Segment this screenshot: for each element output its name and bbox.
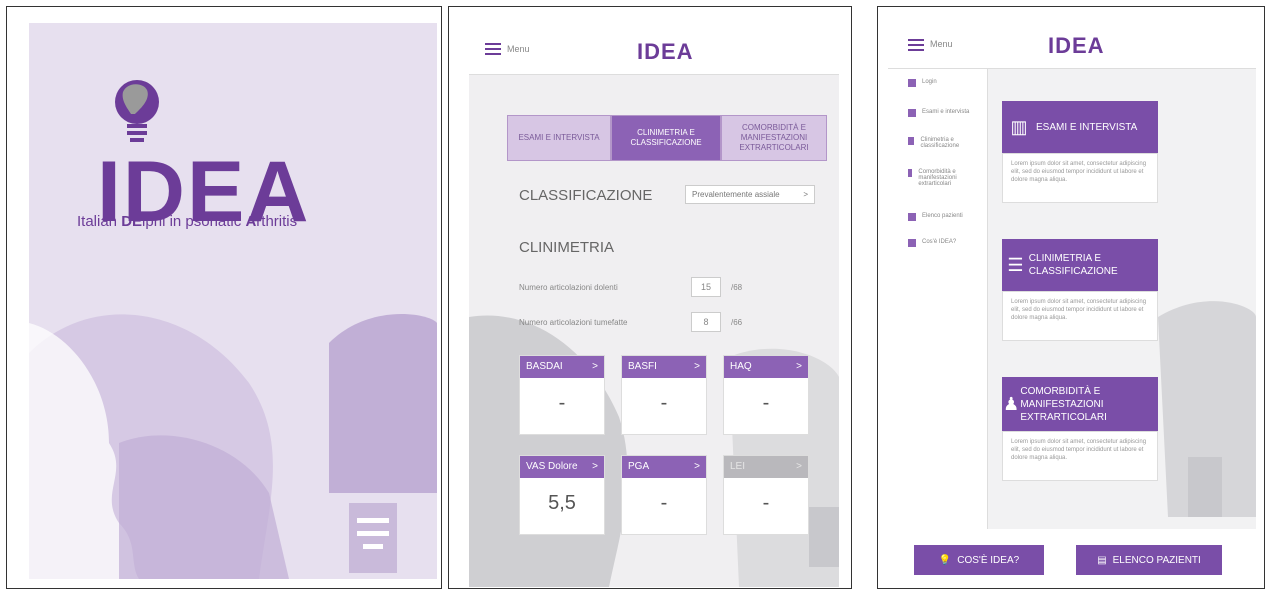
tile-title: CLINIMETRIA E CLASSIFICAZIONE bbox=[1028, 253, 1118, 277]
clinimetria-panel: Menu IDEA ESAMI E INTERVISTA CLINIMETRIA… bbox=[448, 6, 852, 589]
tab-esami[interactable]: ESAMI E INTERVISTA bbox=[507, 115, 611, 161]
button-label: COS'È IDEA? bbox=[957, 554, 1020, 566]
tagline-part: Italian bbox=[77, 213, 122, 230]
tagline: Italian DElphi in psoriatic Arthritis bbox=[77, 213, 407, 230]
chevron-right-icon: > bbox=[796, 361, 802, 372]
chevron-right-icon: > bbox=[694, 361, 700, 372]
card-title: BASFI bbox=[628, 361, 657, 372]
tile-clinimetria[interactable]: ☰ CLINIMETRIA E CLASSIFICAZIONE bbox=[1002, 239, 1158, 291]
list-icon bbox=[908, 137, 915, 145]
bulb-icon bbox=[908, 239, 916, 247]
card-value: - bbox=[762, 492, 770, 514]
menu-label[interactable]: Menu bbox=[507, 44, 530, 54]
header-logo: IDEA bbox=[1048, 33, 1105, 58]
sidebar-item-esami[interactable]: Esami e intervista bbox=[908, 109, 969, 117]
clinimetria-label: CLINIMETRIA bbox=[519, 239, 615, 256]
clinimetria-screen: Menu IDEA ESAMI E INTERVISTA CLINIMETRIA… bbox=[469, 17, 839, 587]
chevron-right-icon: > bbox=[592, 361, 598, 372]
sidebar-item-label: Clinimetria e classificazione bbox=[920, 137, 960, 149]
bulb-icon: 💡 bbox=[938, 554, 952, 566]
card-value: - bbox=[558, 392, 566, 414]
sidebar-item-comorbidita[interactable]: Comorbidità e manifestazioni extrarticol… bbox=[908, 169, 980, 187]
cos-e-idea-button[interactable]: 💡 COS'È IDEA? bbox=[914, 545, 1044, 575]
list-icon: ☰ bbox=[1007, 254, 1024, 275]
sidebar-item-label: Esami e intervista bbox=[922, 109, 970, 115]
card-basfi[interactable]: BASFI > - bbox=[621, 355, 707, 435]
tagline-part: DE bbox=[121, 213, 143, 230]
id-card-icon bbox=[908, 213, 916, 221]
menu-panel: Menu IDEA Login Esami e intervista Clini… bbox=[877, 6, 1265, 589]
chevron-right-icon: > bbox=[592, 461, 598, 472]
chevron-right-icon: > bbox=[796, 461, 802, 472]
button-label: ELENCO PAZIENTI bbox=[1112, 554, 1201, 566]
sidebar-item-label: Comorbidità e manifestazioni extrarticol… bbox=[918, 169, 957, 187]
tagline-part: rthritis bbox=[256, 213, 298, 230]
hamburger-icon[interactable] bbox=[485, 43, 501, 55]
splash-screen: IDEA Italian DElphi in psoriatic Arthrit… bbox=[29, 23, 437, 579]
chevron-right-icon: > bbox=[803, 190, 808, 199]
sidebar-item-label: Cos'è IDEA? bbox=[922, 239, 957, 245]
bulb-logo-icon bbox=[115, 80, 159, 142]
sidebar-item-clinimetria[interactable]: Clinimetria e classificazione bbox=[908, 137, 980, 149]
background-silhouettes bbox=[29, 314, 437, 579]
card-value: 5,5 bbox=[548, 492, 576, 514]
tab-clinimetria[interactable]: CLINIMETRIA E CLASSIFICAZIONE bbox=[611, 115, 721, 161]
tile-title: COMORBIDITÀ E MANIFESTAZIONI EXTRARTICOL… bbox=[1020, 385, 1107, 423]
hamburger-icon[interactable] bbox=[908, 39, 924, 51]
card-value: - bbox=[762, 392, 770, 414]
menu-label[interactable]: Menu bbox=[930, 39, 953, 49]
field-max: /68 bbox=[731, 283, 743, 292]
card-pga[interactable]: PGA > - bbox=[621, 455, 707, 535]
classificazione-value: Prevalentemente assiale bbox=[692, 190, 780, 199]
tagline-part: A bbox=[245, 213, 257, 230]
sidebar-item-idea[interactable]: Cos'è IDEA? bbox=[908, 239, 956, 247]
card-haq[interactable]: HAQ > - bbox=[723, 355, 809, 435]
tile-description: Lorem ipsum dolor sit amet, consectetur … bbox=[1002, 291, 1158, 341]
tile-esami[interactable]: ▥ ESAMI E INTERVISTA bbox=[1002, 101, 1158, 153]
sidebar-item-login[interactable]: Login bbox=[908, 79, 937, 87]
articolazioni-dolenti-input[interactable]: 15 bbox=[691, 277, 721, 297]
tagline-part: lphi in psoriatic bbox=[142, 213, 246, 230]
id-card-icon: ▤ bbox=[1097, 554, 1107, 566]
menu-screen: Menu IDEA Login Esami e intervista Clini… bbox=[888, 17, 1256, 587]
card-title: BASDAI bbox=[526, 361, 563, 372]
field-label: Numero articolazioni tumefatte bbox=[519, 318, 628, 327]
sidebar-item-label: Elenco pazienti bbox=[922, 213, 963, 219]
chevron-right-icon: > bbox=[694, 461, 700, 472]
card-title: PGA bbox=[628, 461, 650, 472]
tile-comorbidita[interactable]: ♟ COMORBIDITÀ E MANIFESTAZIONI EXTRARTICO… bbox=[1002, 377, 1158, 431]
card-title: LEI bbox=[730, 461, 746, 472]
tile-description: Lorem ipsum dolor sit amet, consectetur … bbox=[1002, 153, 1158, 203]
card-basdai[interactable]: BASDAI > - bbox=[519, 355, 605, 435]
app-header: Menu IDEA bbox=[469, 17, 839, 75]
classificazione-label: CLASSIFICAZIONE bbox=[519, 187, 653, 204]
classificazione-select[interactable]: Prevalentemente assiale > bbox=[685, 185, 815, 204]
articolazioni-tumefatte-input[interactable]: 8 bbox=[691, 312, 721, 332]
card-title: VAS Dolore bbox=[526, 461, 578, 472]
splash-panel: IDEA Italian DElphi in psoriatic Arthrit… bbox=[6, 6, 442, 589]
chart-icon bbox=[908, 109, 916, 117]
sidebar-item-elenco[interactable]: Elenco pazienti bbox=[908, 213, 963, 221]
header-logo: IDEA bbox=[637, 39, 694, 64]
person-icon: ♟ bbox=[1003, 393, 1020, 414]
field-label: Numero articolazioni dolenti bbox=[519, 283, 618, 292]
card-vas-dolore[interactable]: VAS Dolore > 5,5 bbox=[519, 455, 605, 535]
tile-title: ESAMI E INTERVISTA bbox=[1036, 121, 1138, 133]
elenco-pazienti-button[interactable]: ▤ ELENCO PAZIENTI bbox=[1076, 545, 1222, 575]
chart-icon: ▥ bbox=[1010, 116, 1028, 137]
card-lei: LEI > - bbox=[723, 455, 809, 535]
tile-description: Lorem ipsum dolor sit amet, consectetur … bbox=[1002, 431, 1158, 481]
user-icon bbox=[908, 79, 916, 87]
card-title: HAQ bbox=[730, 361, 752, 372]
person-icon bbox=[908, 169, 913, 177]
tab-comorbidita[interactable]: COMORBIDITÀ E MANIFESTAZIONI EXTRARTICOL… bbox=[721, 115, 827, 161]
sidebar-item-label: Login bbox=[922, 79, 937, 85]
field-max: /66 bbox=[731, 318, 743, 327]
card-value: - bbox=[660, 392, 668, 414]
card-value: - bbox=[660, 492, 668, 514]
app-header: Menu IDEA bbox=[888, 17, 1256, 69]
